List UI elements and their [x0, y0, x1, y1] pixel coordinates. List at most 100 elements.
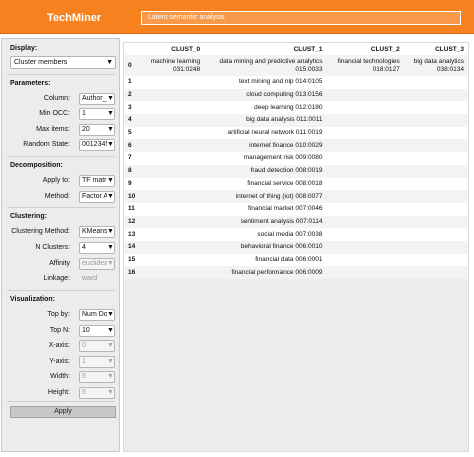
height-label: Height: — [47, 389, 70, 396]
table-cell: text mining and nlp 014:0105 — [238, 78, 323, 86]
height-select[interactable]: 5 ▼ — [79, 387, 115, 399]
table-cell — [326, 139, 404, 153]
random-state-label: Random State: — [23, 141, 70, 148]
apply-button[interactable]: Apply — [10, 406, 116, 418]
table-cell — [403, 114, 468, 127]
method-select[interactable]: Factor A ▼ — [79, 191, 115, 203]
table-cell — [403, 88, 468, 102]
x-axis-select[interactable]: 0 ▼ — [79, 340, 115, 352]
table-row: 9 financial service 008:0018 — [124, 178, 468, 191]
column-header: CLUST_0 — [171, 45, 201, 53]
row-index: 0 — [124, 55, 141, 76]
max-items-label: Max items: — [36, 126, 70, 133]
chevron-down-icon: ▼ — [107, 372, 114, 382]
n-clusters-select[interactable]: 4 ▼ — [79, 242, 115, 254]
table-cell — [326, 190, 404, 203]
row-index: 7 — [128, 154, 132, 162]
table-cell: cloud computing 013:0156 — [204, 88, 327, 102]
visualization-heading: Visualization: — [10, 296, 55, 303]
row-index: 14 — [124, 240, 141, 254]
method-label: Method: — [44, 193, 70, 200]
linkage-select[interactable]: ward — [79, 273, 115, 285]
divider — [7, 207, 115, 208]
column-value: Author_I — [82, 95, 109, 102]
apply-to-label: Apply to: — [42, 177, 70, 184]
max-items-select[interactable]: 20 ▼ — [79, 124, 115, 136]
column-header: CLUST_3 — [435, 45, 464, 53]
chevron-down-icon: ▼ — [107, 227, 114, 237]
row-index: 15 — [128, 255, 136, 263]
row-index: 9 — [128, 179, 132, 187]
row-index: 1 — [128, 78, 132, 86]
table-row: 4 big data analysis 011:0011 — [124, 114, 468, 127]
display-select[interactable]: Cluster members ▼ — [10, 56, 116, 69]
affinity-value: euclidea — [82, 260, 109, 267]
chevron-down-icon: ▼ — [107, 259, 114, 269]
table-cell — [140, 139, 205, 153]
chevron-down-icon: ▼ — [106, 59, 113, 66]
table-row: 5 artificial neural network 011:0019 — [124, 127, 468, 140]
table-cell: artificial neural network 011:0019 — [227, 129, 323, 137]
table-row: 12 sentiment analysis 007:0114 — [124, 215, 468, 229]
table-cell — [141, 228, 204, 241]
table-cell — [140, 215, 205, 229]
row-index: 3 — [128, 103, 132, 111]
chevron-down-icon: ▼ — [107, 357, 114, 367]
parameters-heading: Parameters: — [10, 80, 51, 87]
column-label: Column: — [43, 95, 70, 102]
table-cell — [140, 88, 205, 102]
table-cell — [404, 178, 468, 191]
y-axis-select[interactable]: 1 ▼ — [79, 356, 115, 368]
top-by-label: Top by: — [47, 311, 70, 318]
row-index: 12 — [124, 215, 141, 229]
row-index: 4 — [124, 114, 141, 127]
table-row: 13 social media 007:0038 — [124, 228, 468, 241]
table-cell: big data analytics 038:0134 — [403, 55, 468, 76]
table-cell — [141, 127, 204, 140]
table-cell — [326, 178, 403, 191]
empty-area — [124, 278, 468, 451]
display-heading: Display: — [10, 45, 38, 52]
table-cell — [141, 254, 204, 267]
table-row: 7 management risk 009:0080 — [124, 152, 468, 165]
table-cell — [403, 215, 468, 229]
page-title: Latent semantic analysis — [141, 11, 461, 25]
table-cell — [140, 114, 205, 127]
top-n-select[interactable]: 10 ▼ — [79, 325, 115, 337]
width-select[interactable]: 5 ▼ — [79, 371, 115, 383]
top-by-select[interactable]: Num Do ▼ — [79, 309, 115, 321]
app-brand: TechMiner — [47, 12, 102, 24]
table-cell: fraud detection 008:0019 — [204, 164, 327, 178]
table-cell — [326, 215, 404, 229]
divider — [7, 290, 115, 291]
table-cell — [403, 190, 468, 203]
table-cell — [403, 139, 468, 153]
results-panel: CLUST_0 CLUST_1 CLUST_2 CLUST_3 0 machine le… — [123, 42, 469, 452]
table-cell — [403, 240, 468, 254]
column-select[interactable]: Author_I ▼ — [79, 93, 115, 105]
table-cell — [326, 127, 403, 140]
clustering-method-label: Clustering Method: — [11, 228, 70, 235]
affinity-label: Affinity — [49, 260, 70, 267]
chevron-down-icon: ▼ — [107, 243, 114, 253]
table-cell: data mining and predictive analytics 015… — [204, 55, 327, 76]
clustering-method-select[interactable]: KMeans ▼ — [79, 226, 115, 238]
table-cell — [326, 254, 403, 267]
table-cell: machine learning 031:0248 — [140, 55, 205, 76]
random-state-select[interactable]: 00123456 ▼ — [79, 139, 115, 151]
apply-to-select[interactable]: TF matri ▼ — [79, 175, 115, 187]
min-occ-value: 1 — [82, 110, 86, 117]
chevron-down-icon: ▼ — [107, 140, 114, 150]
table-cell — [404, 152, 468, 165]
table-cell — [140, 190, 205, 203]
cluster-members-table: CLUST_0 CLUST_1 CLUST_2 CLUST_3 0 machine le… — [124, 43, 468, 279]
chevron-down-icon: ▼ — [107, 176, 114, 186]
table-cell — [140, 266, 205, 279]
divider — [7, 401, 115, 402]
divider — [7, 74, 115, 75]
min-occ-select[interactable]: 1 ▼ — [79, 108, 115, 120]
divider — [7, 156, 115, 157]
table-cell: financial service 008:0018 — [247, 179, 323, 187]
affinity-select[interactable]: euclidea ▼ — [79, 258, 115, 270]
width-label: Width: — [50, 373, 70, 380]
